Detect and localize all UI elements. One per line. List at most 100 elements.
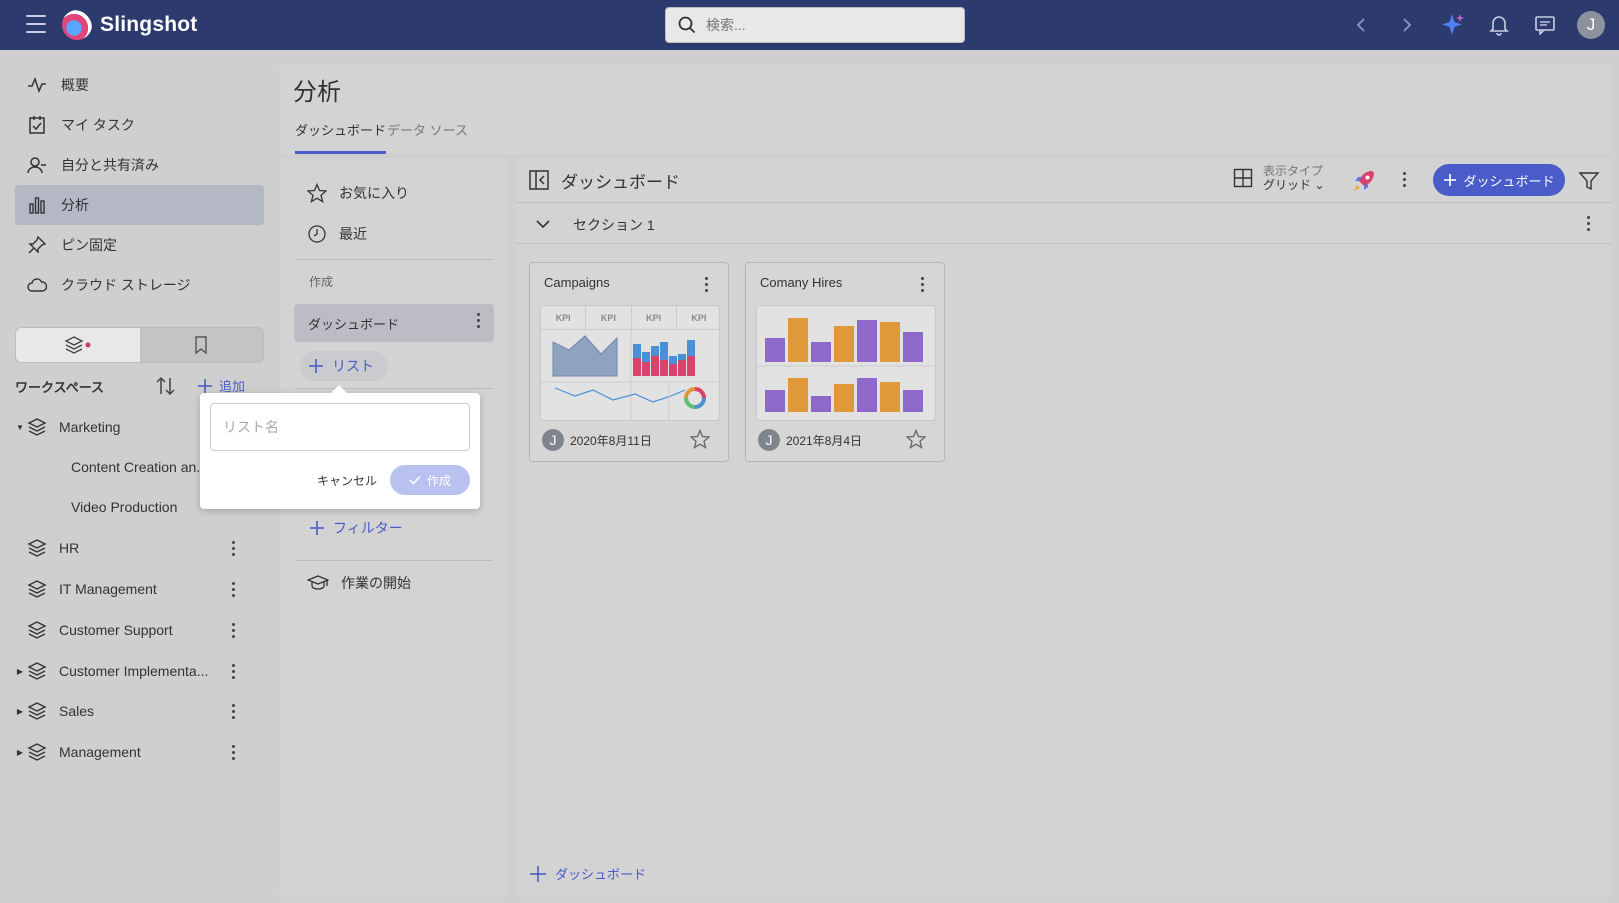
nav-item-cloud-storage[interactable]: クラウド ストレージ	[15, 265, 264, 305]
owner-avatar: J	[542, 429, 564, 451]
shared-user-icon	[27, 155, 47, 175]
workspace-label: IT Management	[59, 581, 157, 597]
star-icon[interactable]	[906, 429, 926, 449]
tab-dashboards[interactable]: ダッシュボード	[295, 120, 387, 154]
cloud-icon	[27, 275, 47, 295]
dashboard-card-campaigns[interactable]: Campaigns KPI KPI KPI KPI J 2020年8月11日	[529, 262, 729, 462]
create-label: 作成	[426, 473, 451, 488]
nav-item-overview[interactable]: 概要	[15, 65, 264, 105]
tab-bookmarks[interactable]	[140, 328, 264, 362]
nav-item-my-tasks[interactable]: マイ タスク	[15, 105, 264, 145]
caret-down-icon[interactable]: ▼	[15, 423, 25, 432]
more-options-icon[interactable]	[228, 701, 238, 721]
create-button[interactable]: 作成	[390, 465, 470, 495]
nav-item-label: 概要	[61, 77, 89, 93]
more-options-icon[interactable]	[921, 277, 924, 292]
page-header: 分析 ダッシュボード データ ソース	[279, 64, 1612, 154]
tab-data-sources[interactable]: データ ソース	[387, 120, 468, 154]
kpi-label: KPI	[691, 312, 707, 323]
more-options-icon[interactable]	[1403, 172, 1406, 187]
more-options-icon[interactable]	[228, 538, 238, 558]
more-options-icon[interactable]	[228, 661, 238, 681]
divider	[295, 388, 493, 389]
workspace-item-customer-implementation[interactable]: ▶ Customer Implementa...	[15, 651, 264, 691]
filter-icon[interactable]	[1578, 170, 1600, 192]
view-type-value: グリッド	[1263, 178, 1312, 192]
card-footer: J 2020年8月11日	[542, 429, 652, 451]
more-options-icon[interactable]	[1587, 216, 1590, 231]
add-dashboard-button[interactable]: ダッシュボード	[1433, 164, 1565, 196]
nav-item-shared-with-me[interactable]: 自分と共有済み	[15, 145, 264, 185]
caret-right-icon[interactable]: ▶	[15, 707, 25, 716]
tab-workspaces[interactable]	[16, 328, 140, 362]
nav-item-label: ピン固定	[61, 237, 117, 253]
divider	[295, 259, 493, 260]
rocket-icon[interactable]	[1352, 169, 1376, 193]
recent-item[interactable]: 最近	[307, 219, 367, 249]
workspace-item-it-management[interactable]: IT Management	[15, 569, 264, 609]
list-name-input[interactable]	[210, 403, 470, 451]
search-box[interactable]	[665, 7, 965, 43]
plus-icon	[1444, 174, 1457, 186]
add-filter-button[interactable]: フィルター	[309, 518, 403, 538]
workspace-item-management[interactable]: ▶ Management	[15, 732, 264, 772]
more-options-icon[interactable]	[705, 277, 708, 292]
card-date: 2021年8月4日	[786, 433, 863, 448]
plus-icon	[530, 865, 546, 882]
list-item-dashboards[interactable]: ダッシュボード	[294, 304, 494, 342]
bell-icon[interactable]	[1485, 8, 1513, 42]
pin-icon	[27, 235, 47, 255]
section-title: セクション 1	[573, 217, 655, 233]
plus-icon	[309, 359, 323, 373]
plus-icon	[310, 521, 324, 535]
ai-sparkle-icon[interactable]	[1439, 8, 1467, 42]
thumbnail-charts	[757, 318, 935, 412]
caret-right-icon[interactable]: ▶	[15, 748, 25, 757]
menu-icon[interactable]	[26, 15, 46, 33]
layers-icon	[27, 417, 47, 437]
section-header[interactable]: セクション 1	[515, 202, 1612, 244]
clock-icon	[308, 225, 326, 243]
add-list-button[interactable]: リスト	[300, 351, 388, 381]
caret-right-icon[interactable]: ▶	[15, 667, 25, 676]
workspace-sub-item[interactable]: Content Creation an...	[71, 447, 201, 487]
add-dashboard-bottom-button[interactable]: ダッシュボード	[529, 864, 646, 883]
collapse-panel-icon[interactable]	[529, 170, 549, 190]
workspace-item-customer-support[interactable]: Customer Support	[15, 610, 264, 650]
forward-arrow-icon[interactable]	[1393, 8, 1421, 42]
back-arrow-icon[interactable]	[1347, 8, 1375, 42]
view-type-selector[interactable]: 表示タイプ グリッド ⌄	[1233, 164, 1324, 192]
bar-chart-icon	[27, 195, 47, 215]
card-title: Comany Hires	[760, 275, 843, 290]
layers-icon	[27, 742, 47, 762]
workspace-label: HR	[59, 540, 80, 556]
list-item-label: ダッシュボード	[308, 316, 400, 332]
nav-item-label: マイ タスク	[61, 117, 135, 133]
workspace-item-hr[interactable]: HR	[15, 528, 264, 568]
layers-icon	[64, 336, 91, 354]
star-icon	[307, 183, 327, 203]
recent-label: 最近	[339, 226, 367, 242]
search-input[interactable]	[706, 17, 936, 33]
more-options-icon[interactable]	[228, 579, 238, 599]
getting-started-item[interactable]: 作業の開始	[307, 568, 411, 598]
cancel-button[interactable]: キャンセル	[312, 465, 382, 495]
nav-item-pinned[interactable]: ピン固定	[15, 225, 264, 265]
nav-item-analytics[interactable]: 分析	[15, 185, 264, 225]
more-options-icon[interactable]	[228, 620, 238, 640]
star-icon[interactable]	[690, 429, 710, 449]
favorites-item[interactable]: お気に入り	[307, 178, 409, 208]
more-options-icon[interactable]	[228, 742, 238, 762]
workspace-sub-item[interactable]: Video Production	[71, 487, 201, 527]
layers-icon	[27, 579, 47, 599]
dashboard-card-company-hires[interactable]: Comany Hires J 2021年8月4日	[745, 262, 945, 462]
sort-icon[interactable]	[155, 375, 177, 397]
nav-item-label: クラウド ストレージ	[61, 277, 191, 293]
more-options-icon[interactable]	[477, 313, 480, 328]
chat-icon[interactable]	[1531, 8, 1559, 42]
add-dashboard-bottom-label: ダッシュボード	[555, 867, 647, 882]
user-avatar[interactable]: J	[1577, 11, 1605, 39]
chevron-down-icon[interactable]	[535, 216, 551, 232]
workspace-item-sales[interactable]: ▶ Sales	[15, 691, 264, 731]
app-logo[interactable]: Slingshot	[62, 10, 197, 40]
